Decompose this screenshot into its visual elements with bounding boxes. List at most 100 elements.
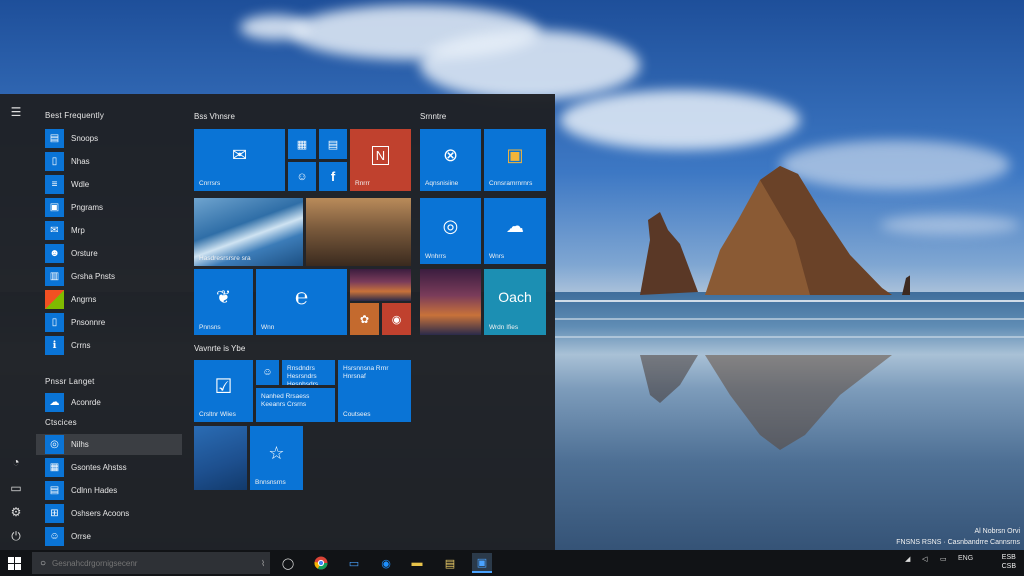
battery-icon[interactable]: ▭	[940, 555, 947, 563]
feedback-tile[interactable]: Hsrsnnsna Rrnr Hnrsnaf Coutsees	[338, 360, 411, 422]
microphone-icon[interactable]: ⌇	[261, 559, 265, 568]
calendar-tile[interactable]: ▦	[288, 129, 316, 159]
cloud-icon: ☁	[45, 393, 64, 412]
app-item[interactable]: ☁ Aconrde	[45, 392, 182, 413]
people-icon: ☺	[45, 527, 64, 546]
checkbox-icon: ☑	[214, 375, 233, 398]
notes-app-icon[interactable]: ▤	[440, 553, 460, 573]
start-rail: ☰ ◔ ▭ ⚙ ⏻	[0, 94, 32, 550]
news-tile[interactable]: Oach Wrdn Ifies	[484, 269, 546, 335]
volume-icon[interactable]: ◁	[922, 555, 927, 563]
news2-tile[interactable]: Nanhed Rrsaess Keeanrs Crsrns	[256, 388, 335, 422]
hamburger-menu-icon[interactable]: ☰	[8, 104, 24, 120]
tile-group-title: Bss Vhnsre	[194, 112, 235, 121]
app-item[interactable]: ℹ Crrns	[45, 335, 182, 356]
edge-icon: ℮	[294, 284, 309, 309]
game-tile[interactable]: ✿	[350, 303, 379, 335]
app-item[interactable]: ≡ Wdle	[45, 174, 182, 195]
network-icon[interactable]: ◢	[905, 555, 910, 563]
people-icon: ☻	[45, 244, 64, 263]
documents-icon[interactable]: ▭	[8, 480, 24, 496]
activation-notice: Al Nobrsn Orvi FNSNS RSNS · Casnbandrre …	[896, 528, 1020, 546]
settings-icon[interactable]: ⚙	[8, 504, 24, 520]
clock[interactable]: ESB CSB	[1002, 553, 1016, 571]
onenote-tile[interactable]: N Rnrrr	[350, 129, 411, 191]
app-item[interactable]: Angrns	[45, 289, 182, 310]
search-box[interactable]: ○ ⌇	[32, 552, 270, 574]
todo-tile[interactable]: ☑ Crsltnr Wlies	[194, 360, 253, 422]
skype-icon: ⊗	[442, 144, 459, 165]
chrome-icon[interactable]	[311, 553, 331, 573]
music-tile[interactable]: ◉	[382, 303, 411, 335]
mail-app-icon[interactable]: ▭	[344, 553, 364, 573]
power-icon[interactable]: ⏻	[8, 528, 24, 544]
store-tile[interactable]: ▣ Cnnsramrnrnrs	[484, 129, 546, 191]
app-item[interactable]: ▥ Grsha Pnsts	[45, 266, 182, 287]
app-item[interactable]: ☺ Orrse	[45, 526, 182, 547]
store-app-icon[interactable]: ▣	[472, 553, 492, 573]
cortana-icon[interactable]: ◯	[278, 553, 298, 573]
windows-icon: ⊞	[45, 504, 64, 523]
news-text: Oach	[498, 289, 532, 305]
game-icon: ✿	[359, 313, 370, 326]
facebook-icon: f	[330, 169, 336, 184]
news-photo-tile[interactable]	[350, 269, 411, 301]
app-item[interactable]: ⊞ Oshsers Acoons	[45, 503, 182, 524]
app-item[interactable]: ▤ Snoops	[45, 128, 182, 149]
calendar-icon: ▤	[45, 481, 64, 500]
mail-icon: ✉	[45, 221, 64, 240]
mail-icon: ✉	[231, 144, 248, 165]
app-item-highlighted[interactable]: ◎ Nilhs	[36, 434, 182, 455]
movie-poster-tile[interactable]	[420, 269, 481, 335]
folder-icon: ▤	[45, 129, 64, 148]
chart-icon: ▥	[45, 267, 64, 286]
app-item[interactable]: ▦ Gsontes Ahstss	[45, 457, 182, 478]
notes-tile[interactable]: ▤	[319, 129, 347, 159]
skype-tile[interactable]: ⊗ Aqnsnisiine	[420, 129, 481, 191]
app-item[interactable]: ▯ Pnsonnre	[45, 312, 182, 333]
file-explorer-icon[interactable]: ▬	[407, 553, 427, 573]
sea-stack-rocks	[640, 166, 910, 295]
app-item[interactable]: ✉ Mrp	[45, 220, 182, 241]
start-button[interactable]	[6, 555, 22, 571]
mail-tile[interactable]: ✉ Cnrrsrs	[194, 129, 285, 191]
search-input[interactable]	[50, 557, 255, 569]
people-desc-tile[interactable]: Rnsdndrs Hesrsndrs Hesnhsdrs	[282, 360, 335, 385]
wave	[555, 318, 1024, 320]
store-icon	[45, 290, 64, 309]
user-icon[interactable]: ◔	[8, 454, 24, 470]
star-icon: ☆	[268, 442, 285, 463]
tile-group-title: Srnntre	[420, 112, 447, 121]
favorites-tile[interactable]: ☆ Bnnsnsrns	[250, 426, 303, 490]
edge-icon: ◎	[45, 435, 64, 454]
document-icon: ≡	[45, 175, 64, 194]
building-photo-tile[interactable]	[194, 426, 247, 490]
edge-tile[interactable]: ℮ Wnn	[256, 269, 347, 335]
people-mini-tile[interactable]: ☺	[256, 360, 279, 385]
room-photo-tile[interactable]	[306, 198, 411, 266]
language-indicator[interactable]: ENG	[958, 555, 973, 562]
calendar-icon: ▦	[296, 138, 308, 151]
people-icon: ☺	[262, 367, 273, 378]
people-small-tile[interactable]: ☺	[288, 162, 316, 191]
info-icon: ℹ	[45, 336, 64, 355]
music-icon: ◉	[391, 313, 402, 326]
bird-icon: ❦	[215, 286, 232, 307]
cloud-icon: ☁	[506, 215, 524, 236]
weather-tile[interactable]: ☁ Wnrs	[484, 198, 546, 264]
taskbar: ○ ⌇ ◯ ▭ ◉ ▬ ▤ ▣ ◢ ◁ ▭ ENG ESB CSB	[0, 550, 1024, 576]
edge2-tile[interactable]: ◎ Wnhrrs	[420, 198, 481, 264]
wave	[555, 336, 1024, 338]
app-item[interactable]: ▤ Cdlnn Hades	[45, 480, 182, 501]
cloud	[240, 15, 310, 40]
app-item[interactable]: ☻ Orsture	[45, 243, 182, 264]
edge-icon: ◎	[442, 215, 459, 236]
edge-app-icon[interactable]: ◉	[376, 553, 396, 573]
tile-group-title: Vavnrte is Ybe	[194, 344, 246, 353]
photo-tile[interactable]: Hasdresrsrsre sra	[194, 198, 303, 266]
app-item[interactable]: ▣ Pngrams	[45, 197, 182, 218]
facebook-tile[interactable]: f	[319, 162, 347, 191]
photos-tile[interactable]: ❦ Pnnsns	[194, 269, 253, 335]
recent2-header: Ctscices	[45, 418, 77, 427]
app-item[interactable]: ▯ Nhas	[45, 151, 182, 172]
